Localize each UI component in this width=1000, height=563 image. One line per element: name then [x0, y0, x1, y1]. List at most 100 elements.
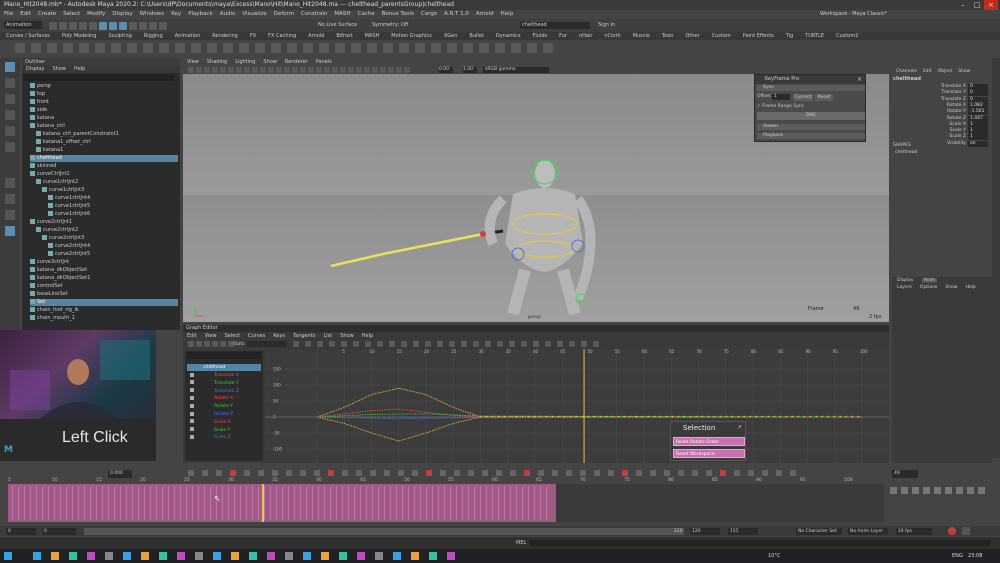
key-tool-icon[interactable]: [244, 470, 250, 476]
outliner-menu-help[interactable]: Help: [74, 66, 85, 72]
graph-list-row[interactable]: Translate Y: [190, 380, 239, 387]
menu-item-constrain[interactable]: Constrain: [301, 11, 327, 17]
channel-box-node[interactable]: chelthead: [893, 76, 921, 82]
timeslider-start-field[interactable]: 0.000: [108, 470, 132, 478]
range-end-field[interactable]: 120: [690, 528, 720, 535]
key-tool-icon[interactable]: [650, 470, 656, 476]
graph-tool-icon[interactable]: [521, 341, 527, 347]
sync-section[interactable]: Sync: [757, 85, 865, 91]
viewport-tool-icon[interactable]: [204, 67, 210, 73]
reset-workspace-button[interactable]: Reset Workspace: [673, 449, 745, 458]
key-tool-icon[interactable]: [356, 470, 362, 476]
key-tool-icon[interactable]: [636, 470, 642, 476]
channel-attr-value[interactable]: 1: [968, 121, 988, 128]
select-object-icon[interactable]: [109, 22, 117, 30]
shelf-tool-icon[interactable]: [431, 43, 441, 53]
shelf-tool-icon[interactable]: [415, 43, 425, 53]
menu-item-file[interactable]: File: [4, 11, 13, 17]
outliner-row[interactable]: side: [30, 107, 178, 114]
graph-tool-icon[interactable]: [305, 341, 311, 347]
command-input[interactable]: [530, 540, 990, 546]
key-tool-icon[interactable]: [720, 470, 726, 476]
menu-item-arnold[interactable]: Arnold: [476, 11, 494, 17]
graph-menu-tangents[interactable]: Tangents: [293, 333, 315, 339]
graph-list-row[interactable]: Rotate Y: [190, 403, 233, 410]
viewport-tool-icon[interactable]: [228, 67, 234, 73]
shelf-tab-toon[interactable]: Toon: [662, 32, 674, 40]
select-tool-icon[interactable]: [5, 62, 15, 72]
stats-field[interactable]: [247, 341, 287, 347]
outliner-row[interactable]: controlSet: [30, 283, 178, 290]
outliner-row[interactable]: curve2ctrlJnt5: [48, 251, 178, 258]
time-slider-track[interactable]: [556, 484, 884, 522]
layout-two-icon[interactable]: [5, 210, 15, 220]
shelf-tool-icon[interactable]: [543, 43, 553, 53]
channel-attr-label[interactable]: Translate Y: [920, 90, 966, 96]
viewport-menu-renderer[interactable]: Renderer: [285, 59, 308, 65]
channel-menu-show[interactable]: Show: [958, 69, 970, 74]
taskbar-app-icon[interactable]: [411, 552, 419, 560]
viewport-tool-icon[interactable]: [220, 67, 226, 73]
key-tool-icon[interactable]: [426, 470, 432, 476]
taskbar-app-icon[interactable]: [339, 552, 347, 560]
outliner-row[interactable]: katana1: [36, 147, 178, 154]
graph-editor-search[interactable]: [187, 352, 261, 359]
viewport-tool-icon[interactable]: [396, 67, 402, 73]
fps-dropdown[interactable]: 24 fps: [896, 528, 932, 535]
viewport-tool-icon[interactable]: [308, 67, 314, 73]
snap-grid-icon[interactable]: [129, 22, 137, 30]
key-tool-icon[interactable]: [342, 470, 348, 476]
channel-attr-label[interactable]: Rotate X: [920, 103, 966, 109]
viewport-tool-icon[interactable]: [284, 67, 290, 73]
shelf-tool-icon[interactable]: [207, 43, 217, 53]
taskbar-app-icon[interactable]: [105, 552, 113, 560]
close-icon[interactable]: ×: [857, 75, 862, 84]
key-tool-icon[interactable]: [580, 470, 586, 476]
playback-section[interactable]: Playback: [757, 133, 865, 139]
current-button[interactable]: Current: [793, 94, 813, 101]
step-forward-key-icon[interactable]: [956, 487, 963, 494]
channel-attr-value[interactable]: 1.447: [968, 115, 988, 122]
graph-tool-icon[interactable]: [545, 341, 551, 347]
select-component-icon[interactable]: [119, 22, 127, 30]
viewport-tool-icon[interactable]: [212, 67, 218, 73]
layer-tab-anim[interactable]: Anim: [921, 278, 938, 283]
outliner-row[interactable]: curve2ctrlJnt2: [36, 227, 178, 234]
shelf-tab-rendering[interactable]: Rendering: [212, 32, 238, 40]
graph-menu-help[interactable]: Help: [362, 333, 373, 339]
shelf-tool-icon[interactable]: [63, 43, 73, 53]
key-tool-icon[interactable]: [188, 470, 194, 476]
outliner-row[interactable]: curve2ctrlJnt1: [30, 219, 178, 226]
outliner-row[interactable]: top: [30, 91, 178, 98]
menu-item-select[interactable]: Select: [63, 11, 80, 17]
graph-tool-icon[interactable]: [293, 341, 299, 347]
shelf-tool-icon[interactable]: [47, 43, 57, 53]
channel-menu-edit[interactable]: Edit: [923, 69, 932, 74]
key-tool-icon[interactable]: [398, 470, 404, 476]
graph-tool-icon[interactable]: [341, 341, 347, 347]
outliner-row[interactable]: Set: [30, 299, 178, 306]
channel-menu-object[interactable]: Object: [938, 69, 953, 74]
shelf-tool-icon[interactable]: [95, 43, 105, 53]
key-tool-icon[interactable]: [748, 470, 754, 476]
key-tool-icon[interactable]: [776, 470, 782, 476]
key-tool-icon[interactable]: [314, 470, 320, 476]
taskbar-app-icon[interactable]: [375, 552, 383, 560]
graph-list-row[interactable]: Rotate Z: [190, 411, 233, 418]
shelf-tab-fx[interactable]: FX: [250, 32, 256, 40]
viewport-tool-icon[interactable]: [196, 67, 202, 73]
frame-range-sync-checkbox[interactable]: ✓ Frame Range Sync: [757, 104, 804, 109]
shelf-tab-arnold[interactable]: Arnold: [308, 32, 324, 40]
viewport-menu-shading[interactable]: Shading: [207, 59, 227, 65]
graph-tool-icon[interactable]: [449, 341, 455, 347]
layer-tab-display[interactable]: Display: [897, 278, 914, 283]
menu-item-help[interactable]: Help: [501, 11, 514, 17]
key-tool-icon[interactable]: [678, 470, 684, 476]
viewport-tool-icon[interactable]: [380, 67, 386, 73]
graph-curves[interactable]: 5 10 15 20 25 30 35 40 45 50 55 60 65 70 75 80 85 90 95 100…: [265, 349, 889, 463]
outliner-row[interactable]: baseLineSet: [30, 291, 178, 298]
menu-item-edit[interactable]: Edit: [20, 11, 31, 17]
taskbar-app-icon[interactable]: [429, 552, 437, 560]
channel-attr-value[interactable]: on: [968, 140, 988, 147]
channel-attr-value[interactable]: 1.082: [968, 102, 988, 109]
